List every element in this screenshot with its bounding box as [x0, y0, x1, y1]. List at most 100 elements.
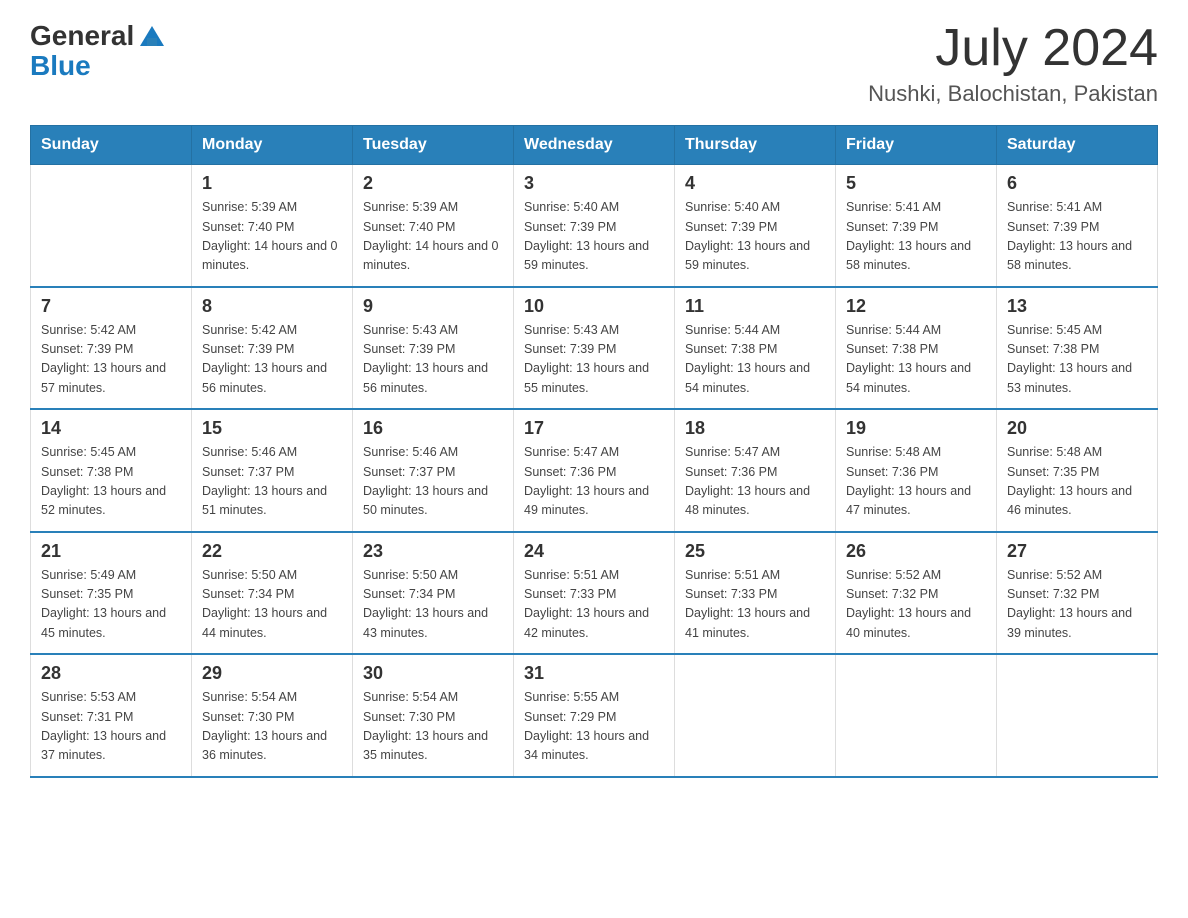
logo-blue-text: Blue [30, 50, 91, 82]
day-detail: Sunrise: 5:45 AMSunset: 7:38 PMDaylight:… [41, 443, 181, 521]
location: Nushki, Balochistan, Pakistan [868, 81, 1158, 107]
day-detail: Sunrise: 5:48 AMSunset: 7:36 PMDaylight:… [846, 443, 986, 521]
day-detail: Sunrise: 5:51 AMSunset: 7:33 PMDaylight:… [524, 566, 664, 644]
calendar-cell: 25 Sunrise: 5:51 AMSunset: 7:33 PMDayligh… [675, 532, 836, 655]
day-number: 25 [685, 541, 825, 562]
day-number: 14 [41, 418, 181, 439]
day-detail: Sunrise: 5:44 AMSunset: 7:38 PMDaylight:… [685, 321, 825, 399]
weekday-header-row: SundayMondayTuesdayWednesdayThursdayFrid… [31, 126, 1158, 165]
calendar-cell: 7 Sunrise: 5:42 AMSunset: 7:39 PMDaylight… [31, 287, 192, 410]
day-number: 26 [846, 541, 986, 562]
month-title: July 2024 [868, 20, 1158, 77]
day-number: 23 [363, 541, 503, 562]
calendar-cell: 20 Sunrise: 5:48 AMSunset: 7:35 PMDayligh… [997, 409, 1158, 532]
calendar-cell: 1 Sunrise: 5:39 AMSunset: 7:40 PMDaylight… [192, 165, 353, 287]
calendar-cell: 13 Sunrise: 5:45 AMSunset: 7:38 PMDayligh… [997, 287, 1158, 410]
calendar-header: SundayMondayTuesdayWednesdayThursdayFrid… [31, 126, 1158, 165]
calendar-week-row: 21Sunrise: 5:49 AMSunset: 7:35 PMDayligh… [31, 532, 1158, 655]
day-number: 22 [202, 541, 342, 562]
calendar-cell: 24Sunrise: 5:51 AMSunset: 7:33 PMDayligh… [514, 532, 675, 655]
weekday-header-sunday: Sunday [31, 126, 192, 165]
calendar-cell: 22 Sunrise: 5:50 AMSunset: 7:34 PMDayligh… [192, 532, 353, 655]
day-detail: Sunrise: 5:42 AMSunset: 7:39 PMDaylight:… [41, 321, 181, 399]
day-detail: Sunrise: 5:53 AMSunset: 7:31 PMDaylight:… [41, 688, 181, 766]
day-number: 29 [202, 663, 342, 684]
weekday-header-thursday: Thursday [675, 126, 836, 165]
day-detail: Sunrise: 5:52 AMSunset: 7:32 PMDaylight:… [846, 566, 986, 644]
title-block: July 2024 Nushki, Balochistan, Pakistan [868, 20, 1158, 107]
calendar-cell: 4 Sunrise: 5:40 AMSunset: 7:39 PMDaylight… [675, 165, 836, 287]
day-detail: Sunrise: 5:41 AMSunset: 7:39 PMDaylight:… [1007, 198, 1147, 276]
logo-line2: Blue [30, 50, 91, 82]
calendar-cell: 15Sunrise: 5:46 AMSunset: 7:37 PMDayligh… [192, 409, 353, 532]
calendar-cell: 3 Sunrise: 5:40 AMSunset: 7:39 PMDaylight… [514, 165, 675, 287]
calendar-cell: 26 Sunrise: 5:52 AMSunset: 7:32 PMDayligh… [836, 532, 997, 655]
day-number: 2 [363, 173, 503, 194]
day-detail: Sunrise: 5:54 AMSunset: 7:30 PMDaylight:… [202, 688, 342, 766]
day-detail: Sunrise: 5:40 AMSunset: 7:39 PMDaylight:… [685, 198, 825, 276]
day-detail: Sunrise: 5:43 AMSunset: 7:39 PMDaylight:… [363, 321, 503, 399]
calendar-week-row: 7 Sunrise: 5:42 AMSunset: 7:39 PMDaylight… [31, 287, 1158, 410]
day-detail: Sunrise: 5:40 AMSunset: 7:39 PMDaylight:… [524, 198, 664, 276]
calendar-cell: 14 Sunrise: 5:45 AMSunset: 7:38 PMDayligh… [31, 409, 192, 532]
calendar-cell: 21Sunrise: 5:49 AMSunset: 7:35 PMDayligh… [31, 532, 192, 655]
calendar-cell: 9Sunrise: 5:43 AMSunset: 7:39 PMDaylight… [353, 287, 514, 410]
weekday-header-monday: Monday [192, 126, 353, 165]
day-number: 21 [41, 541, 181, 562]
day-number: 27 [1007, 541, 1147, 562]
calendar-cell: 23 Sunrise: 5:50 AMSunset: 7:34 PMDayligh… [353, 532, 514, 655]
calendar-cell: 18 Sunrise: 5:47 AMSunset: 7:36 PMDayligh… [675, 409, 836, 532]
calendar-body: 1 Sunrise: 5:39 AMSunset: 7:40 PMDaylight… [31, 165, 1158, 777]
day-detail: Sunrise: 5:51 AMSunset: 7:33 PMDaylight:… [685, 566, 825, 644]
day-number: 16 [363, 418, 503, 439]
day-number: 17 [524, 418, 664, 439]
logo-triangle-icon [136, 18, 168, 50]
day-detail: Sunrise: 5:39 AMSunset: 7:40 PMDaylight:… [202, 198, 342, 276]
day-number: 4 [685, 173, 825, 194]
day-number: 13 [1007, 296, 1147, 317]
calendar-cell: 17Sunrise: 5:47 AMSunset: 7:36 PMDayligh… [514, 409, 675, 532]
day-number: 12 [846, 296, 986, 317]
day-detail: Sunrise: 5:39 AMSunset: 7:40 PMDaylight:… [363, 198, 503, 276]
day-number: 18 [685, 418, 825, 439]
calendar-cell: 2 Sunrise: 5:39 AMSunset: 7:40 PMDaylight… [353, 165, 514, 287]
calendar-cell [675, 654, 836, 777]
calendar-cell: 12 Sunrise: 5:44 AMSunset: 7:38 PMDayligh… [836, 287, 997, 410]
calendar-cell: 10Sunrise: 5:43 AMSunset: 7:39 PMDayligh… [514, 287, 675, 410]
day-detail: Sunrise: 5:44 AMSunset: 7:38 PMDaylight:… [846, 321, 986, 399]
calendar-cell: 28Sunrise: 5:53 AMSunset: 7:31 PMDayligh… [31, 654, 192, 777]
day-number: 1 [202, 173, 342, 194]
calendar-cell: 27 Sunrise: 5:52 AMSunset: 7:32 PMDayligh… [997, 532, 1158, 655]
calendar-cell: 19 Sunrise: 5:48 AMSunset: 7:36 PMDayligh… [836, 409, 997, 532]
day-detail: Sunrise: 5:43 AMSunset: 7:39 PMDaylight:… [524, 321, 664, 399]
calendar-cell: 11 Sunrise: 5:44 AMSunset: 7:38 PMDayligh… [675, 287, 836, 410]
day-number: 7 [41, 296, 181, 317]
day-detail: Sunrise: 5:55 AMSunset: 7:29 PMDaylight:… [524, 688, 664, 766]
logo-line1: General [30, 20, 168, 52]
calendar-week-row: 14 Sunrise: 5:45 AMSunset: 7:38 PMDayligh… [31, 409, 1158, 532]
weekday-header-friday: Friday [836, 126, 997, 165]
day-detail: Sunrise: 5:41 AMSunset: 7:39 PMDaylight:… [846, 198, 986, 276]
day-number: 19 [846, 418, 986, 439]
day-number: 6 [1007, 173, 1147, 194]
day-number: 31 [524, 663, 664, 684]
calendar-cell: 30Sunrise: 5:54 AMSunset: 7:30 PMDayligh… [353, 654, 514, 777]
day-number: 3 [524, 173, 664, 194]
day-detail: Sunrise: 5:48 AMSunset: 7:35 PMDaylight:… [1007, 443, 1147, 521]
day-number: 20 [1007, 418, 1147, 439]
calendar-cell: 8Sunrise: 5:42 AMSunset: 7:39 PMDaylight… [192, 287, 353, 410]
weekday-header-saturday: Saturday [997, 126, 1158, 165]
day-detail: Sunrise: 5:52 AMSunset: 7:32 PMDaylight:… [1007, 566, 1147, 644]
calendar-cell: 16Sunrise: 5:46 AMSunset: 7:37 PMDayligh… [353, 409, 514, 532]
calendar-cell: 5Sunrise: 5:41 AMSunset: 7:39 PMDaylight… [836, 165, 997, 287]
day-detail: Sunrise: 5:47 AMSunset: 7:36 PMDaylight:… [685, 443, 825, 521]
day-detail: Sunrise: 5:45 AMSunset: 7:38 PMDaylight:… [1007, 321, 1147, 399]
day-detail: Sunrise: 5:46 AMSunset: 7:37 PMDaylight:… [202, 443, 342, 521]
logo-general-text: General [30, 20, 134, 52]
day-detail: Sunrise: 5:50 AMSunset: 7:34 PMDaylight:… [202, 566, 342, 644]
calendar-cell: 31 Sunrise: 5:55 AMSunset: 7:29 PMDayligh… [514, 654, 675, 777]
calendar-cell [31, 165, 192, 287]
day-detail: Sunrise: 5:50 AMSunset: 7:34 PMDaylight:… [363, 566, 503, 644]
day-number: 11 [685, 296, 825, 317]
calendar-cell [997, 654, 1158, 777]
